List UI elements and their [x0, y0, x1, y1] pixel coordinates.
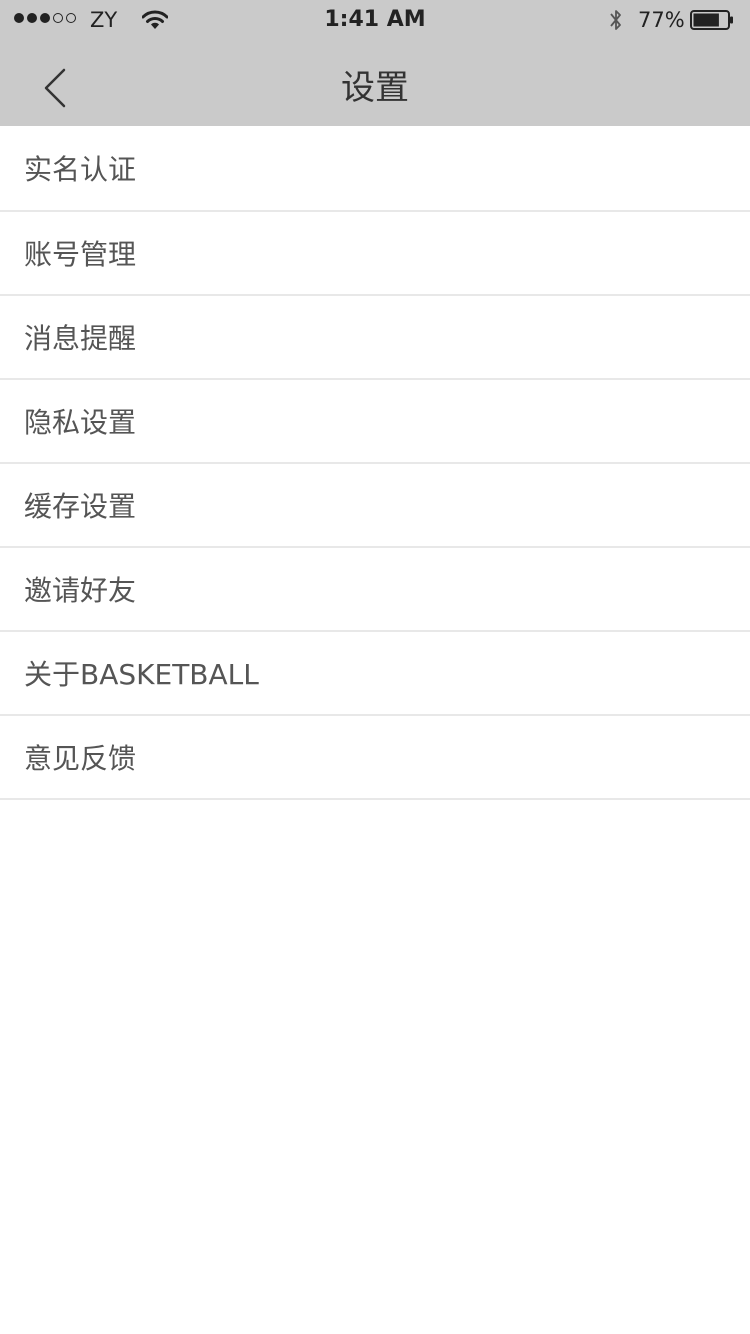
menu-item-label: 邀请好友: [24, 574, 137, 607]
page-title: 设置: [341, 68, 409, 108]
menu-item-privacy-settings[interactable]: 隐私设置: [0, 380, 750, 464]
menu-item-about[interactable]: 关于BASKETBALL: [0, 632, 750, 716]
menu-item-message-reminders[interactable]: 消息提醒: [0, 296, 750, 380]
menu-item-account-management[interactable]: 账号管理: [0, 212, 750, 296]
menu-item-cache-settings[interactable]: 缓存设置: [0, 464, 750, 548]
menu-item-label: 意见反馈: [24, 742, 137, 775]
menu-item-feedback[interactable]: 意见反馈: [0, 716, 750, 800]
menu-item-label: 隐私设置: [24, 406, 137, 439]
back-button[interactable]: [30, 62, 80, 114]
menu-item-label: 实名认证: [24, 153, 137, 186]
menu-item-label: 消息提醒: [24, 322, 137, 355]
settings-menu: 实名认证 账号管理 消息提醒 隐私设置 缓存设置 邀请好友 关于BASKETBA…: [0, 126, 750, 800]
battery-icon: [690, 10, 733, 30]
menu-item-label: 缓存设置: [24, 490, 137, 523]
chevron-left-icon: [44, 68, 66, 108]
header: ZY 1:41 AM 77% 设置: [0, 0, 750, 126]
battery-percent: 77%: [638, 8, 685, 32]
bluetooth-icon: [610, 10, 621, 30]
menu-item-label: 关于BASKETBALL: [24, 658, 259, 691]
settings-screen: ZY 1:41 AM 77% 设置 实名认证 账号管理 消息提醒 隐私设置 缓存…: [0, 0, 750, 1334]
status-bar: ZY 1:41 AM 77%: [0, 0, 750, 40]
menu-item-real-name-verification[interactable]: 实名认证: [0, 126, 750, 212]
menu-item-label: 账号管理: [24, 238, 137, 271]
menu-item-invite-friends[interactable]: 邀请好友: [0, 548, 750, 632]
